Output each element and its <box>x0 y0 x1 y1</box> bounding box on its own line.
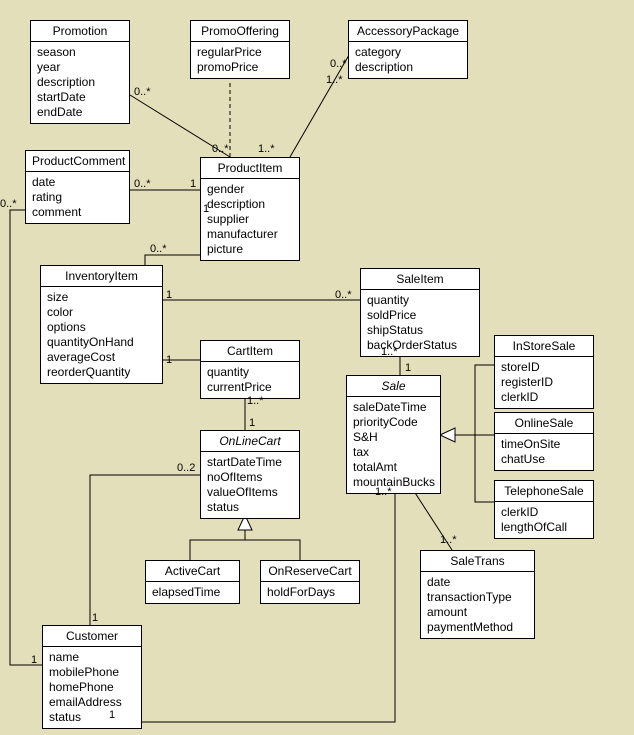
class-attrs: date rating comment <box>26 172 129 223</box>
multiplicity: 0..* <box>150 243 167 255</box>
class-title: ActiveCart <box>146 561 239 582</box>
class-attrs: season year description startDate endDat… <box>31 42 129 123</box>
class-attrs: storeID registerID clerkID <box>495 357 593 408</box>
multiplicity: 1..* <box>381 346 398 358</box>
class-title: OnLineCart <box>201 431 299 452</box>
class-attrs: elapsedTime <box>146 582 239 603</box>
class-on-reserve-cart: OnReserveCart holdForDays <box>260 560 360 604</box>
class-title: ProductItem <box>201 158 299 179</box>
class-accessory-package: AccessoryPackage category description <box>348 20 468 79</box>
multiplicity: 1..* <box>440 534 457 546</box>
multiplicity: 1 <box>109 709 115 721</box>
multiplicity: 0..* <box>134 86 151 98</box>
class-title: ProductComment <box>26 151 129 172</box>
multiplicity: 0..* <box>330 58 347 70</box>
class-attrs: timeOnSite chatUse <box>495 434 593 470</box>
class-promo-offering: PromoOffering regularPrice promoPrice <box>190 20 290 79</box>
multiplicity: 0..2 <box>177 462 195 474</box>
uml-diagram: Promotion season year description startD… <box>0 0 634 735</box>
class-attrs: name mobilePhone homePhone emailAddress … <box>43 647 141 728</box>
class-title: InventoryItem <box>41 266 162 287</box>
class-attrs: startDateTime noOfItems valueOfItems sta… <box>201 452 299 518</box>
class-attrs: quantity currentPrice <box>201 362 299 398</box>
class-title: OnlineSale <box>495 413 593 434</box>
multiplicity: 0..* <box>335 289 352 301</box>
class-title: SaleItem <box>361 269 479 290</box>
class-in-store-sale: InStoreSale storeID registerID clerkID <box>494 335 594 409</box>
multiplicity: 1 <box>249 417 255 429</box>
class-attrs: holdForDays <box>261 582 359 603</box>
class-attrs: size color options quantityOnHand averag… <box>41 287 162 383</box>
multiplicity: 0..* <box>0 198 17 210</box>
class-title: SaleTrans <box>421 551 534 572</box>
class-online-sale: OnlineSale timeOnSite chatUse <box>494 412 594 471</box>
class-product-comment: ProductComment date rating comment <box>25 150 130 224</box>
multiplicity: 1 <box>92 612 98 624</box>
class-sale-trans: SaleTrans date transactionType amount pa… <box>420 550 535 639</box>
class-attrs: date transactionType amount paymentMetho… <box>421 572 534 638</box>
class-product-item: ProductItem gender description supplier … <box>200 157 300 261</box>
class-online-cart: OnLineCart startDateTime noOfItems value… <box>200 430 300 519</box>
multiplicity: 1 <box>203 203 209 215</box>
multiplicity: 1 <box>405 362 411 374</box>
class-title: InStoreSale <box>495 336 593 357</box>
class-attrs: category description <box>349 42 467 78</box>
multiplicity: 1 <box>190 178 196 190</box>
class-attrs: gender description supplier manufacturer… <box>201 179 299 260</box>
class-title: TelephoneSale <box>495 481 593 502</box>
class-title: OnReserveCart <box>261 561 359 582</box>
class-cart-item: CartItem quantity currentPrice <box>200 340 300 399</box>
multiplicity: 1 <box>31 654 37 666</box>
multiplicity: 0..* <box>212 143 229 155</box>
class-title: PromoOffering <box>191 21 289 42</box>
class-attrs: quantity soldPrice shipStatus backOrderS… <box>361 290 479 356</box>
class-title: Sale <box>347 376 440 397</box>
class-sale: Sale saleDateTime priorityCode S&H tax t… <box>346 375 441 494</box>
class-attrs: saleDateTime priorityCode S&H tax totalA… <box>347 397 440 493</box>
multiplicity: 1 <box>166 354 172 366</box>
class-title: AccessoryPackage <box>349 21 467 42</box>
multiplicity: 1 <box>166 289 172 301</box>
class-sale-item: SaleItem quantity soldPrice shipStatus b… <box>360 268 480 357</box>
class-title: Customer <box>43 626 141 647</box>
class-attrs: clerkID lengthOfCall <box>495 502 593 538</box>
class-active-cart: ActiveCart elapsedTime <box>145 560 240 604</box>
multiplicity: 1..* <box>375 486 392 498</box>
class-title: Promotion <box>31 21 129 42</box>
class-promotion: Promotion season year description startD… <box>30 20 130 124</box>
multiplicity: 1..* <box>247 395 264 407</box>
class-title: CartItem <box>201 341 299 362</box>
multiplicity: 1..* <box>326 74 343 86</box>
class-attrs: regularPrice promoPrice <box>191 42 289 78</box>
multiplicity: 0..* <box>134 178 151 190</box>
class-telephone-sale: TelephoneSale clerkID lengthOfCall <box>494 480 594 539</box>
multiplicity: 1..* <box>258 143 275 155</box>
class-customer: Customer name mobilePhone homePhone emai… <box>42 625 142 729</box>
class-inventory-item: InventoryItem size color options quantit… <box>40 265 163 384</box>
